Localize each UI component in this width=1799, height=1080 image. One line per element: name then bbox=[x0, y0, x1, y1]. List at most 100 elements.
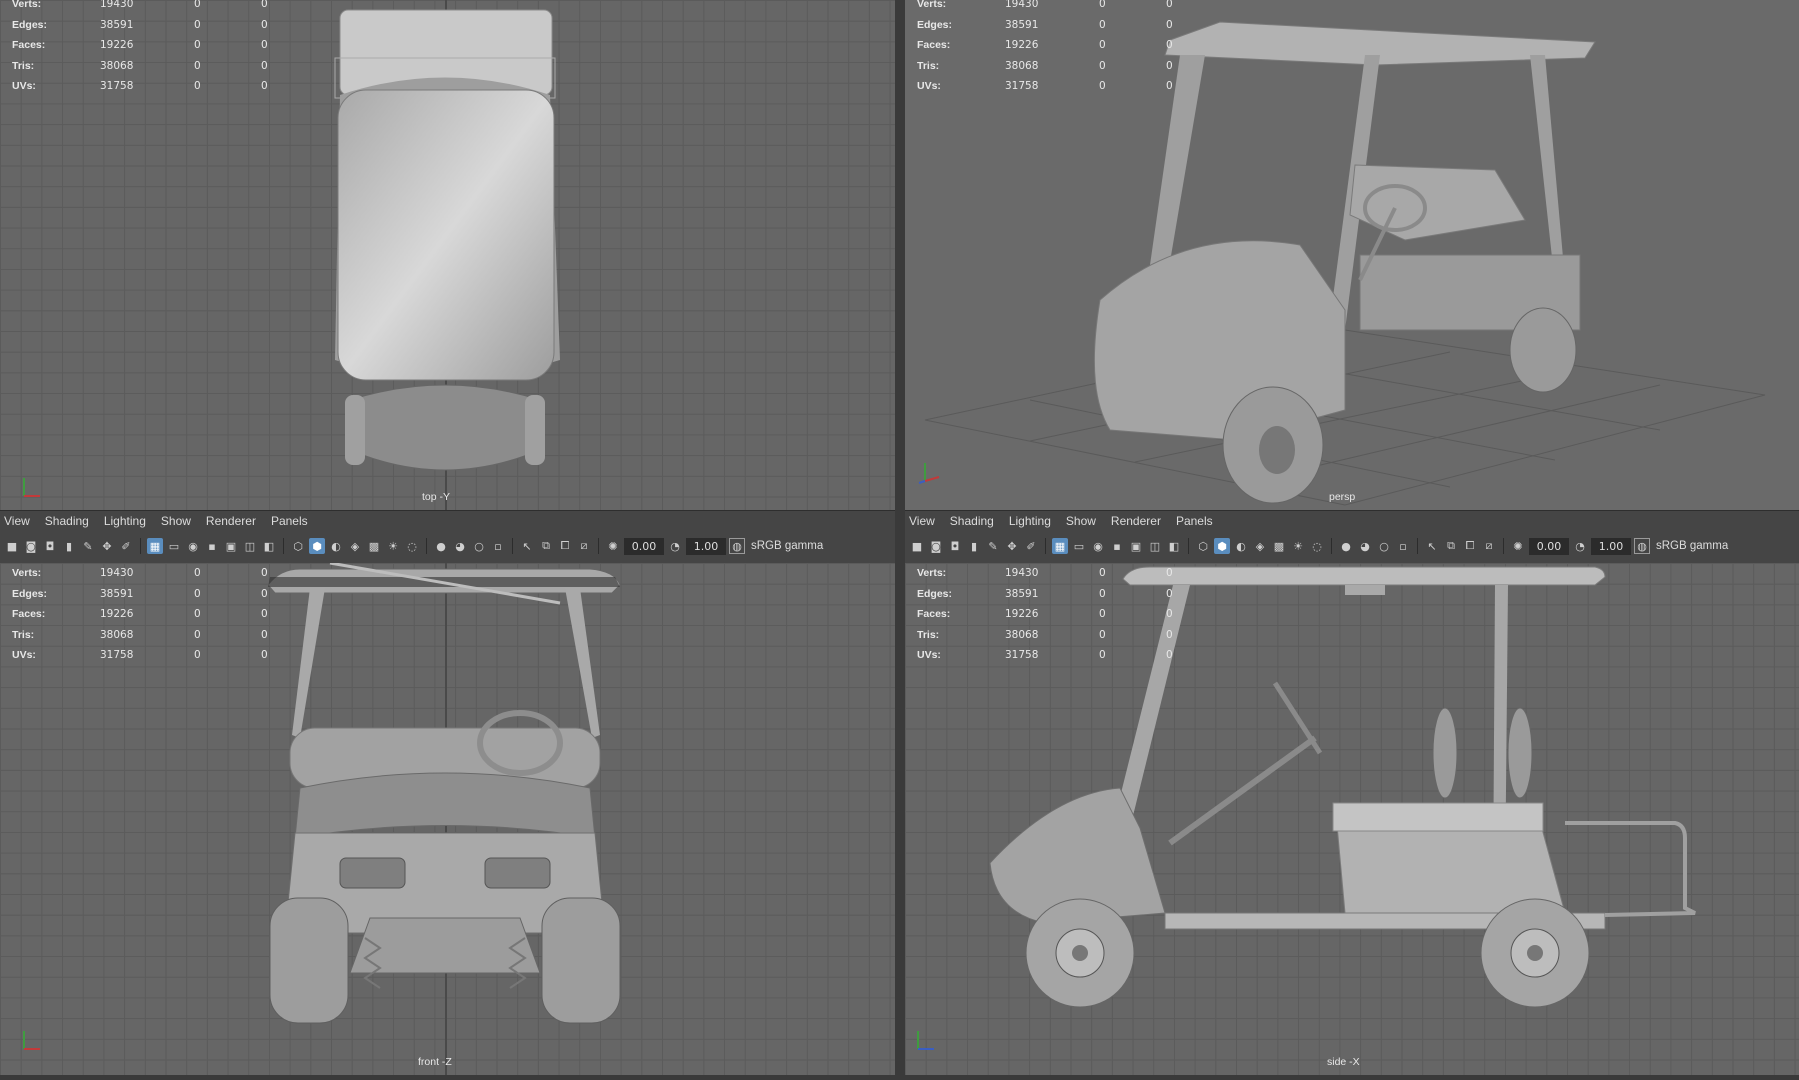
shadows-icon[interactable]: ◌ bbox=[404, 538, 420, 554]
color-management-icon[interactable]: ◍ bbox=[729, 538, 745, 554]
xray-components-icon[interactable]: ⧄ bbox=[576, 538, 592, 554]
viewport-side[interactable]: Verts: 19430 0 0 Edges: 38591 0 0 Faces: 19226 0… bbox=[905, 563, 1799, 1075]
two-d-pan-zoom-icon[interactable]: ✥ bbox=[99, 538, 115, 554]
film-gate-icon[interactable]: ▭ bbox=[1071, 538, 1087, 554]
resolution-gate-icon[interactable]: ◉ bbox=[1090, 538, 1106, 554]
menu-shading[interactable]: Shading bbox=[45, 514, 89, 528]
field-chart-icon[interactable]: ▣ bbox=[223, 538, 239, 554]
menu-lighting[interactable]: Lighting bbox=[1009, 514, 1051, 528]
select-camera-icon[interactable]: ■ bbox=[909, 538, 925, 554]
color-space-label[interactable]: sRGB gamma bbox=[751, 540, 823, 552]
grease-pencil-icon[interactable]: ✐ bbox=[1023, 538, 1039, 554]
gamma-field[interactable]: 1.00 bbox=[1591, 537, 1631, 555]
resolution-gate-icon[interactable]: ◉ bbox=[185, 538, 201, 554]
toolbar-separator bbox=[426, 538, 427, 554]
depth-of-field-icon[interactable]: ▫ bbox=[490, 538, 506, 554]
field-chart-icon[interactable]: ▣ bbox=[1128, 538, 1144, 554]
anti-aliasing-icon[interactable]: ○ bbox=[471, 538, 487, 554]
menu-lighting[interactable]: Lighting bbox=[104, 514, 146, 528]
shadows-icon[interactable]: ◌ bbox=[1309, 538, 1325, 554]
wireframe-on-shaded-icon[interactable]: ◈ bbox=[347, 538, 363, 554]
viewport-persp[interactable]: Verts: 19430 0 0 Edges: 38591 0 0 Faces: 19226 0… bbox=[905, 0, 1799, 510]
xray-components-icon[interactable]: ⧄ bbox=[1481, 538, 1497, 554]
use-all-lights-icon[interactable]: ☀ bbox=[385, 538, 401, 554]
menu-show[interactable]: Show bbox=[1066, 514, 1096, 528]
two-d-pan-zoom-icon[interactable]: ✥ bbox=[1004, 538, 1020, 554]
image-plane-icon[interactable]: ✎ bbox=[80, 538, 96, 554]
safe-action-icon[interactable]: ◫ bbox=[242, 538, 258, 554]
panel-toolbar: ■ ◙ ◘ ▮ ✎ ✥ ✐ ▦ ▭ ◉ ▪ ▣ ◫ ◧ ⬡ ⬢ ◐ ◈ ▩ ☀ … bbox=[905, 534, 1799, 558]
image-plane-icon[interactable]: ✎ bbox=[985, 538, 1001, 554]
xray-joints-icon[interactable]: ⧠ bbox=[1462, 538, 1478, 554]
select-camera-icon[interactable]: ■ bbox=[4, 538, 20, 554]
panel-toolbar: ■ ◙ ◘ ▮ ✎ ✥ ✐ ▦ ▭ ◉ ▪ ▣ ◫ ◧ ⬡ ⬢ ◐ ◈ ▩ ☀ … bbox=[0, 534, 895, 558]
camera-label-persp: persp bbox=[1329, 491, 1356, 503]
menu-view[interactable]: View bbox=[909, 514, 935, 528]
bookmark-icon[interactable]: ▮ bbox=[61, 538, 77, 554]
gate-mask-icon[interactable]: ▪ bbox=[1109, 538, 1125, 554]
grid-toggle-icon[interactable]: ▦ bbox=[1052, 538, 1068, 554]
camera-attributes-icon[interactable]: ◙ bbox=[928, 538, 944, 554]
panel-splitter-vertical[interactable] bbox=[895, 0, 905, 1080]
menu-show[interactable]: Show bbox=[161, 514, 191, 528]
hud-row-verts: Verts: 19430 0 0 bbox=[12, 0, 268, 10]
toolbar-separator bbox=[1417, 538, 1418, 554]
axis-gizmo-icon bbox=[918, 463, 940, 484]
hud-row-tris: Tris: 38068 0 0 bbox=[12, 59, 268, 72]
textured-icon[interactable]: ▩ bbox=[366, 538, 382, 554]
wireframe-icon[interactable]: ⬡ bbox=[290, 538, 306, 554]
default-material-icon[interactable]: ◐ bbox=[328, 538, 344, 554]
hud-row-uvs: UVs: 31758 0 0 bbox=[917, 649, 1173, 662]
menu-shading[interactable]: Shading bbox=[950, 514, 994, 528]
camera-bookmark-icon[interactable]: ◘ bbox=[947, 538, 963, 554]
film-gate-icon[interactable]: ▭ bbox=[166, 538, 182, 554]
camera-attributes-icon[interactable]: ◙ bbox=[23, 538, 39, 554]
exposure-icon[interactable]: ✺ bbox=[605, 538, 621, 554]
screen-space-ao-icon[interactable]: ● bbox=[433, 538, 449, 554]
viewport-front[interactable]: Verts: 19430 0 0 Edges: 38591 0 0 Faces: 19226 0… bbox=[0, 563, 895, 1075]
anti-aliasing-icon[interactable]: ○ bbox=[1376, 538, 1392, 554]
textured-icon[interactable]: ▩ bbox=[1271, 538, 1287, 554]
menu-panels[interactable]: Panels bbox=[271, 514, 308, 528]
menu-panels[interactable]: Panels bbox=[1176, 514, 1213, 528]
gamma-field[interactable]: 1.00 bbox=[686, 537, 726, 555]
toolbar-separator bbox=[140, 538, 141, 554]
smooth-shade-icon[interactable]: ⬢ bbox=[1214, 538, 1230, 554]
exposure-icon[interactable]: ✺ bbox=[1510, 538, 1526, 554]
xray-icon[interactable]: ⧉ bbox=[538, 538, 554, 554]
xray-joints-icon[interactable]: ⧠ bbox=[557, 538, 573, 554]
safe-title-icon[interactable]: ◧ bbox=[261, 538, 277, 554]
default-material-icon[interactable]: ◐ bbox=[1233, 538, 1249, 554]
gamma-icon[interactable]: ◔ bbox=[1572, 538, 1588, 554]
hud-row-tris: Tris: 38068 0 0 bbox=[917, 628, 1173, 641]
viewport-top[interactable]: Verts: 19430 0 0 Edges: 38591 0 0 Faces: 19226 0… bbox=[0, 0, 895, 510]
xray-icon[interactable]: ⧉ bbox=[1443, 538, 1459, 554]
menu-renderer[interactable]: Renderer bbox=[1111, 514, 1161, 528]
motion-blur-icon[interactable]: ◕ bbox=[452, 538, 468, 554]
bookmark-icon[interactable]: ▮ bbox=[966, 538, 982, 554]
motion-blur-icon[interactable]: ◕ bbox=[1357, 538, 1373, 554]
grease-pencil-icon[interactable]: ✐ bbox=[118, 538, 134, 554]
exposure-field[interactable]: 0.00 bbox=[624, 537, 664, 555]
camera-label-side: side -X bbox=[1327, 1056, 1360, 1068]
isolate-select-icon[interactable]: ↖ bbox=[1424, 538, 1440, 554]
exposure-field[interactable]: 0.00 bbox=[1529, 537, 1569, 555]
gate-mask-icon[interactable]: ▪ bbox=[204, 538, 220, 554]
camera-bookmark-icon[interactable]: ◘ bbox=[42, 538, 58, 554]
safe-title-icon[interactable]: ◧ bbox=[1166, 538, 1182, 554]
depth-of-field-icon[interactable]: ▫ bbox=[1395, 538, 1411, 554]
color-space-label[interactable]: sRGB gamma bbox=[1656, 540, 1728, 552]
safe-action-icon[interactable]: ◫ bbox=[1147, 538, 1163, 554]
screen-space-ao-icon[interactable]: ● bbox=[1338, 538, 1354, 554]
isolate-select-icon[interactable]: ↖ bbox=[519, 538, 535, 554]
gamma-icon[interactable]: ◔ bbox=[667, 538, 683, 554]
wireframe-icon[interactable]: ⬡ bbox=[1195, 538, 1211, 554]
menu-view[interactable]: View bbox=[4, 514, 30, 528]
menu-renderer[interactable]: Renderer bbox=[206, 514, 256, 528]
panel-bar-side: View Shading Lighting Show Renderer Pane… bbox=[905, 510, 1799, 563]
smooth-shade-icon[interactable]: ⬢ bbox=[309, 538, 325, 554]
use-all-lights-icon[interactable]: ☀ bbox=[1290, 538, 1306, 554]
wireframe-on-shaded-icon[interactable]: ◈ bbox=[1252, 538, 1268, 554]
grid-toggle-icon[interactable]: ▦ bbox=[147, 538, 163, 554]
color-management-icon[interactable]: ◍ bbox=[1634, 538, 1650, 554]
